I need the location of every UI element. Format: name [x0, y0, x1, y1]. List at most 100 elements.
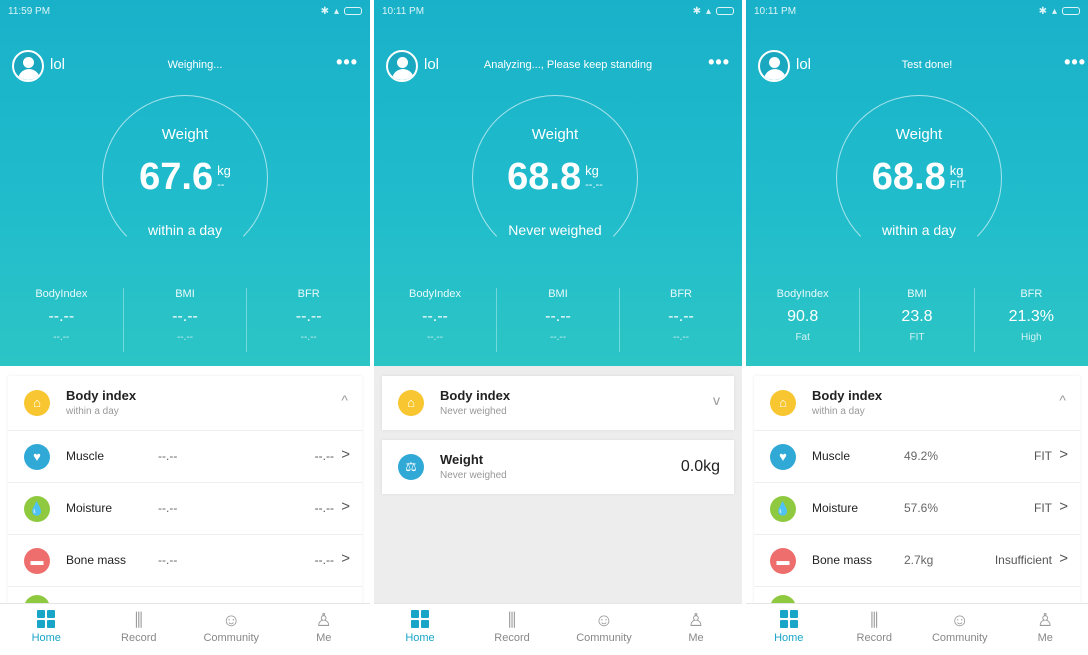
community-smile-icon: ☺ [950, 610, 969, 630]
tab-record[interactable]: ⫼ Record [93, 604, 186, 655]
tab-record[interactable]: ⫼ Record [832, 604, 918, 655]
home-grid-icon [411, 610, 429, 628]
tab-home[interactable]: Home [746, 604, 832, 655]
chevron-up-icon[interactable]: ^ [1059, 392, 1066, 408]
body-index-header[interactable]: ⌂ Body index within a day ^ [8, 376, 362, 430]
status-icons: ✱ ▴ [693, 6, 734, 17]
tab-me[interactable]: ♙ Me [650, 604, 742, 655]
tab-record[interactable]: ⫼ Record [466, 604, 558, 655]
weight-ring: Weight 68.8 kg FIT within a day [836, 95, 1002, 261]
phone-screen-analyzing: 10:11 PM ✱ ▴ lol Analyzing..., Please ke… [374, 0, 742, 655]
tab-me[interactable]: ♙ Me [1003, 604, 1088, 655]
ring-label: Weight [895, 126, 943, 143]
status-bar: 11:59 PM ✱ ▴ [0, 0, 370, 22]
stat-bfr[interactable]: BFR --.-- --.-- [247, 288, 370, 352]
username: lol [796, 56, 812, 73]
home-grid-icon [37, 610, 56, 628]
bluetooth-icon: ✱ [692, 5, 701, 17]
ring-label: Weight [531, 126, 579, 143]
tab-home[interactable]: Home [0, 604, 93, 655]
record-bars-icon: ⫼ [507, 610, 517, 630]
weight-status: FIT [949, 178, 967, 191]
weight-unit: kg [949, 162, 964, 178]
stat-bmi[interactable]: BMI --.-- --.-- [497, 288, 620, 352]
body-index-icon: ⌂ [398, 390, 424, 416]
stat-bfr[interactable]: BFR 21.3% High [975, 288, 1088, 352]
tab-me[interactable]: ♙ Me [278, 604, 371, 655]
avatar[interactable] [758, 50, 790, 82]
phone-screen-test-done: 10:11 PM ✱ ▴ lol Test done! ••• Weight 6… [746, 0, 1088, 655]
status-bar: 10:11 PM ✱ ▴ [374, 0, 742, 22]
moisture-icon: 💧 [770, 496, 796, 522]
status-time: 10:11 PM [754, 5, 797, 17]
body-index-icon: ⌂ [770, 390, 796, 416]
chevron-right-icon: > [341, 498, 350, 515]
weight-ring: Weight 68.8 kg --.-- Never weighed [472, 95, 638, 261]
ring-caption: within a day [882, 222, 956, 238]
more-menu-icon[interactable]: ••• [1064, 52, 1086, 73]
tab-community[interactable]: ☺ Community [917, 604, 1003, 655]
muscle-icon: ♥ [770, 444, 796, 470]
status-bar: 10:11 PM ✱ ▴ [746, 0, 1088, 22]
stat-bodyindex[interactable]: BodyIndex --.-- --.-- [0, 288, 124, 352]
ring-caption: Never weighed [508, 222, 602, 238]
status-message: Weighing... [167, 59, 223, 71]
body-index-header[interactable]: ⌂ Body index within a day ^ [754, 376, 1080, 430]
more-menu-icon[interactable]: ••• [336, 52, 358, 73]
weight-status: -- [217, 178, 225, 191]
stat-bodyindex[interactable]: BodyIndex 90.8 Fat [746, 288, 861, 352]
moisture-icon: 💧 [24, 496, 50, 522]
more-menu-icon[interactable]: ••• [708, 52, 730, 73]
stats-row: BodyIndex 90.8 Fat BMI 23.8 FIT BFR 21.3… [746, 288, 1088, 352]
chevron-right-icon: > [341, 550, 350, 567]
weight-number: 67.6 [139, 156, 214, 198]
list-item-muscle[interactable]: ♥ Muscle 49.2% FIT > [754, 430, 1080, 482]
weight-card-value: 0.0kg [680, 458, 720, 475]
muscle-icon: ♥ [24, 444, 50, 470]
weight-number: 68.8 [871, 156, 946, 198]
stats-row: BodyIndex --.-- --.-- BMI --.-- --.-- BF… [374, 288, 742, 352]
body-index-header[interactable]: ⌂ Body index Never weighed v [382, 376, 734, 430]
username: lol [424, 56, 440, 73]
chevron-down-icon[interactable]: v [713, 392, 720, 408]
battery-icon [1062, 7, 1080, 15]
stat-bmi[interactable]: BMI 23.8 FIT [860, 288, 975, 352]
tab-bar: Home ⫼ Record ☺ Community ♙ Me [0, 603, 370, 655]
avatar[interactable] [12, 50, 44, 82]
me-person-icon: ♙ [315, 610, 332, 630]
stat-bodyindex[interactable]: BodyIndex --.-- --.-- [374, 288, 497, 352]
tab-community[interactable]: ☺ Community [185, 604, 278, 655]
list-item-bone-mass[interactable]: ▬ Bone mass --.-- --.-- > [8, 534, 362, 586]
stat-bmi[interactable]: BMI --.-- --.-- [124, 288, 248, 352]
status-message: Test done! [901, 59, 953, 71]
weight-unit: kg [585, 162, 599, 178]
me-person-icon: ♙ [687, 610, 705, 630]
weight-value: 67.6 kg -- [103, 156, 267, 199]
hero-panel: 11:59 PM ✱ ▴ lol Weighing... ••• Weight … [0, 0, 370, 366]
ring-label: Weight [161, 126, 209, 143]
record-bars-icon: ⫼ [134, 610, 143, 630]
chevron-up-icon[interactable]: ^ [341, 392, 348, 408]
chevron-right-icon: > [341, 446, 350, 463]
bone-icon: ▬ [770, 548, 796, 574]
tab-community[interactable]: ☺ Community [558, 604, 650, 655]
list-item-moisture[interactable]: 💧 Moisture --.-- --.-- > [8, 482, 362, 534]
weight-card[interactable]: ⚖ Weight Never weighed 0.0kg [382, 440, 734, 494]
avatar[interactable] [386, 50, 418, 82]
list-item-bone-mass[interactable]: ▬ Bone mass 2.7kg Insufficient > [754, 534, 1080, 586]
list-item-moisture[interactable]: 💧 Moisture 57.6% FIT > [754, 482, 1080, 534]
bluetooth-icon: ✱ [320, 5, 329, 17]
list-item-muscle[interactable]: ♥ Muscle --.-- --.-- > [8, 430, 362, 482]
bluetooth-icon: ✱ [1038, 5, 1047, 17]
bone-icon: ▬ [24, 548, 50, 574]
status-icons: ✱ ▴ [321, 6, 362, 17]
stat-bfr[interactable]: BFR --.-- --.-- [620, 288, 742, 352]
record-bars-icon: ⫼ [870, 610, 879, 630]
tab-bar: Home ⫼ Record ☺ Community ♙ Me [374, 603, 742, 655]
body-index-card: ⌂ Body index within a day ^ ♥ Muscle --.… [8, 376, 362, 621]
community-smile-icon: ☺ [594, 610, 614, 630]
tab-home[interactable]: Home [374, 604, 466, 655]
body-index-card[interactable]: ⌂ Body index Never weighed v [382, 376, 734, 430]
phone-screen-weighing: 11:59 PM ✱ ▴ lol Weighing... ••• Weight … [0, 0, 370, 655]
weight-value: 68.8 kg --.-- [473, 156, 637, 199]
